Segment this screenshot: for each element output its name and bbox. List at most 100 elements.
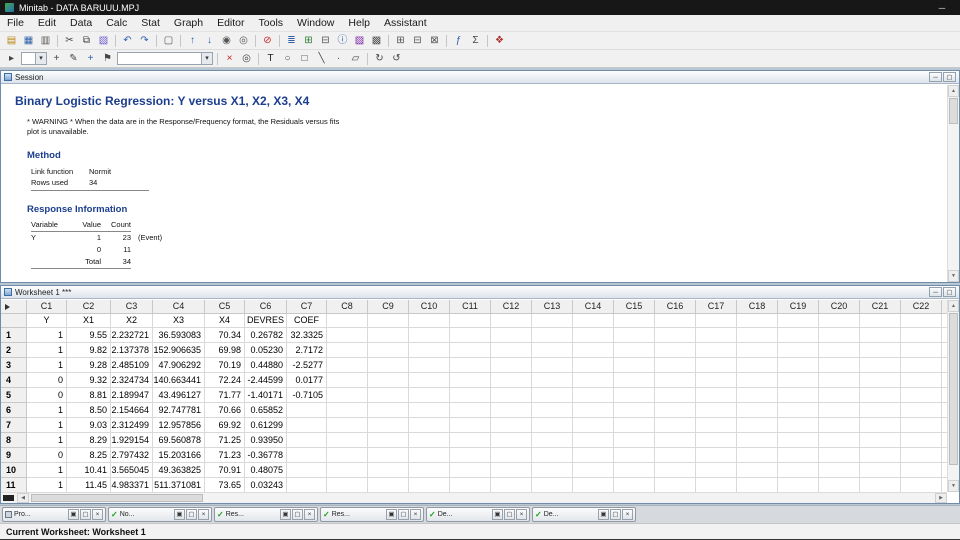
find-icon[interactable]: ◉ xyxy=(219,34,234,48)
data-cell[interactable] xyxy=(860,418,901,433)
data-cell[interactable] xyxy=(450,388,491,403)
data-cell[interactable] xyxy=(327,418,368,433)
data-cell[interactable] xyxy=(614,478,655,492)
session-window-icon[interactable]: ≣ xyxy=(284,34,299,48)
data-cell[interactable]: 12.957856 xyxy=(153,418,205,433)
data-cell[interactable] xyxy=(696,373,737,388)
variable-name-cell[interactable]: DEVRES xyxy=(245,314,287,328)
data-cell[interactable] xyxy=(860,343,901,358)
data-cell[interactable]: 10.41 xyxy=(67,463,111,478)
variable-name-cell[interactable] xyxy=(573,314,614,328)
insert-rows-icon[interactable]: ⊟ xyxy=(410,34,425,48)
data-cell[interactable] xyxy=(655,478,696,492)
data-cell[interactable]: 140.663441 xyxy=(153,373,205,388)
restore-button[interactable]: ▣ xyxy=(492,509,503,520)
data-cell[interactable] xyxy=(368,448,409,463)
rectangle-tool-icon[interactable]: □ xyxy=(297,52,312,66)
data-cell[interactable] xyxy=(532,328,573,343)
data-cell[interactable] xyxy=(287,418,327,433)
data-cell[interactable]: 11.45 xyxy=(67,478,111,492)
zoom-tool-icon[interactable]: ◎ xyxy=(239,52,254,66)
data-cell[interactable] xyxy=(860,403,901,418)
data-cell[interactable]: 1.929154 xyxy=(111,433,153,448)
data-cell[interactable]: 0.0177 xyxy=(287,373,327,388)
data-cell[interactable] xyxy=(573,463,614,478)
menu-assistant[interactable]: Assistant xyxy=(377,15,434,31)
data-cell[interactable] xyxy=(737,328,778,343)
minimized-window-3[interactable]: ✓ Res... ▣ ▢ × xyxy=(320,507,424,522)
data-cell[interactable]: 0.05230 xyxy=(245,343,287,358)
column-header-c20[interactable]: C20 xyxy=(819,300,860,314)
scroll-up-icon[interactable]: ▲ xyxy=(948,300,959,312)
scroll-up-icon[interactable]: ▲ xyxy=(948,85,959,97)
data-cell[interactable] xyxy=(655,403,696,418)
data-cell[interactable]: 2.7172 xyxy=(287,343,327,358)
data-cell[interactable] xyxy=(819,418,860,433)
data-cell[interactable]: 8.50 xyxy=(67,403,111,418)
data-cell[interactable] xyxy=(901,418,942,433)
row-header[interactable]: 8 xyxy=(1,433,27,448)
previous-command-icon[interactable]: ↑ xyxy=(185,34,200,48)
data-cell[interactable] xyxy=(655,388,696,403)
data-cell[interactable] xyxy=(778,328,819,343)
data-cell[interactable] xyxy=(409,388,450,403)
variable-name-cell[interactable]: X2 xyxy=(111,314,153,328)
project-manager-icon[interactable]: ⊟ xyxy=(318,34,333,48)
data-cell[interactable] xyxy=(655,358,696,373)
data-cell[interactable] xyxy=(532,373,573,388)
data-cell[interactable] xyxy=(573,478,614,492)
row-header[interactable]: 10 xyxy=(1,463,27,478)
data-cell[interactable] xyxy=(737,403,778,418)
maximize-button[interactable]: ▢ xyxy=(186,509,197,520)
cut-icon[interactable]: ✂ xyxy=(62,34,77,48)
close-button[interactable]: × xyxy=(304,509,315,520)
maximize-button[interactable]: ▢ xyxy=(610,509,621,520)
column-header-c19[interactable]: C19 xyxy=(778,300,819,314)
data-cell[interactable] xyxy=(409,418,450,433)
data-cell[interactable] xyxy=(491,343,532,358)
data-cell[interactable] xyxy=(819,328,860,343)
name-row-header[interactable] xyxy=(1,314,27,328)
data-cell[interactable]: 0.61299 xyxy=(245,418,287,433)
data-cell[interactable]: 0 xyxy=(27,373,67,388)
minimized-window-4[interactable]: ✓ De... ▣ ▢ × xyxy=(426,507,530,522)
close-button[interactable]: × xyxy=(198,509,209,520)
data-cell[interactable] xyxy=(327,463,368,478)
data-cell[interactable]: 1 xyxy=(27,463,67,478)
menu-file[interactable]: File xyxy=(0,15,31,31)
data-cell[interactable] xyxy=(532,433,573,448)
data-cell[interactable]: 69.92 xyxy=(205,418,245,433)
data-cell[interactable] xyxy=(409,373,450,388)
data-cell[interactable]: 1 xyxy=(27,418,67,433)
cancel-icon[interactable]: ⊘ xyxy=(260,34,275,48)
stat-guide-icon[interactable]: ❖ xyxy=(492,34,507,48)
text-tool-icon[interactable]: T xyxy=(263,52,278,66)
data-cell[interactable] xyxy=(737,388,778,403)
menu-editor[interactable]: Editor xyxy=(210,15,251,31)
menu-calc[interactable]: Calc xyxy=(99,15,134,31)
data-cell[interactable] xyxy=(901,388,942,403)
data-cell[interactable] xyxy=(573,373,614,388)
data-cell[interactable]: 47.906292 xyxy=(153,358,205,373)
data-cell[interactable] xyxy=(614,418,655,433)
data-cell[interactable] xyxy=(819,478,860,492)
data-cell[interactable] xyxy=(573,433,614,448)
chevron-down-icon[interactable]: ▾ xyxy=(201,53,212,64)
variable-name-cell[interactable]: Y xyxy=(27,314,67,328)
data-cell[interactable]: 2.485109 xyxy=(111,358,153,373)
session-vertical-scrollbar[interactable]: ▲ ▼ xyxy=(947,85,959,282)
data-cell[interactable] xyxy=(614,388,655,403)
row-header[interactable]: 5 xyxy=(1,388,27,403)
scroll-down-icon[interactable]: ▼ xyxy=(948,480,959,492)
data-cell[interactable] xyxy=(901,478,942,492)
data-cell[interactable] xyxy=(409,433,450,448)
data-cell[interactable]: 71.23 xyxy=(205,448,245,463)
data-cell[interactable] xyxy=(614,343,655,358)
variable-name-cell[interactable] xyxy=(409,314,450,328)
data-cell[interactable] xyxy=(368,373,409,388)
data-cell[interactable]: 2.232721 xyxy=(111,328,153,343)
data-cell[interactable] xyxy=(450,463,491,478)
data-cell[interactable]: 43.496127 xyxy=(153,388,205,403)
command-combo[interactable]: ▾ xyxy=(21,52,47,65)
data-cell[interactable] xyxy=(409,478,450,492)
